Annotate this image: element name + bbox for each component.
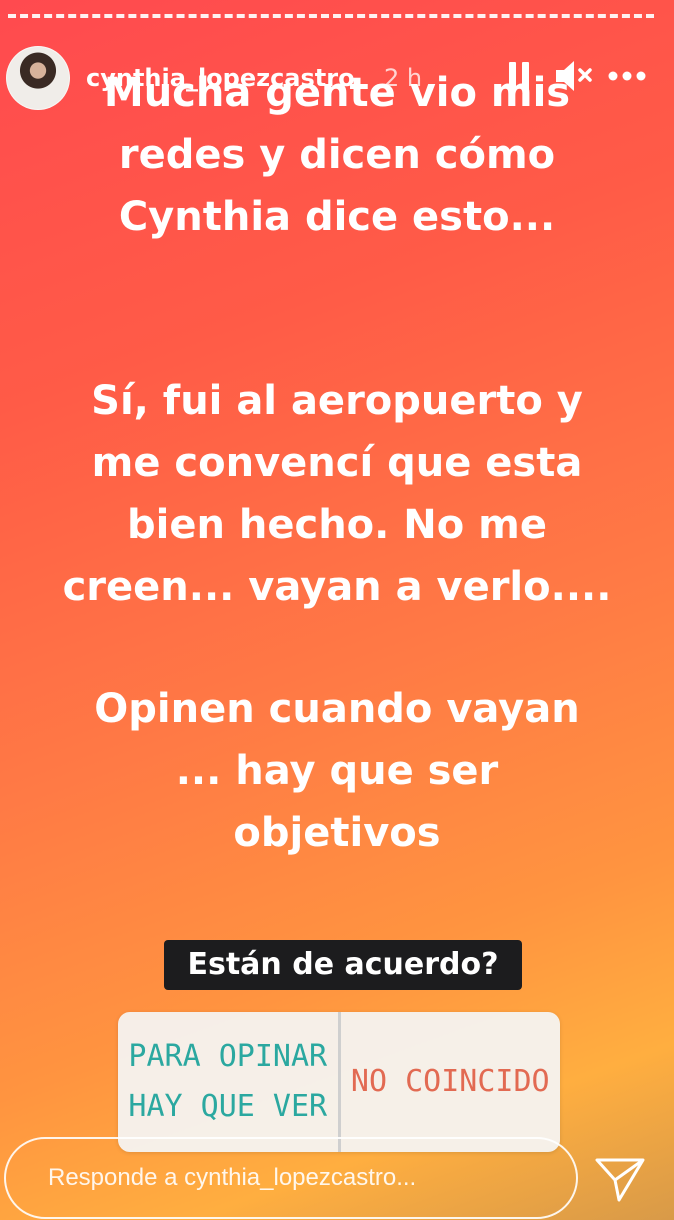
reply-input[interactable] <box>4 1137 578 1219</box>
poll-sticker: PARA OPINAR HAY QUE VER NO COINCIDO <box>118 1012 560 1152</box>
story-text-line: bien hecho. No me <box>127 502 547 548</box>
send-icon[interactable] <box>594 1156 646 1204</box>
story-text-line: Sí, fui al aeropuerto y <box>91 378 583 424</box>
poll-option-2-label: NO COINCIDO <box>350 1064 550 1099</box>
poll-option-1-line-2: HAY QUE VER <box>128 1089 328 1124</box>
story-text-line: redes y dicen cómo <box>118 132 556 178</box>
story-text-line: Mucha gente vio mis <box>103 70 571 116</box>
question-sticker: Están de acuerdo? <box>164 940 522 990</box>
story-text-line: Cynthia dice esto... <box>118 194 556 240</box>
story-text-line: Opinen cuando vayan <box>94 686 580 732</box>
story-text-line: me convencí que esta <box>91 440 583 486</box>
story-progress-bar <box>8 14 654 18</box>
story-text-line: ... hay que ser <box>175 748 499 794</box>
poll-option-1-line-1: PARA OPINAR <box>128 1039 328 1074</box>
story-text-line: creen... vayan a verlo.... <box>62 564 612 610</box>
poll-option-1[interactable]: PARA OPINAR HAY QUE VER <box>118 1012 341 1152</box>
poll-option-2[interactable]: NO COINCIDO <box>341 1012 561 1152</box>
story-text-line: objetivos <box>233 810 441 856</box>
